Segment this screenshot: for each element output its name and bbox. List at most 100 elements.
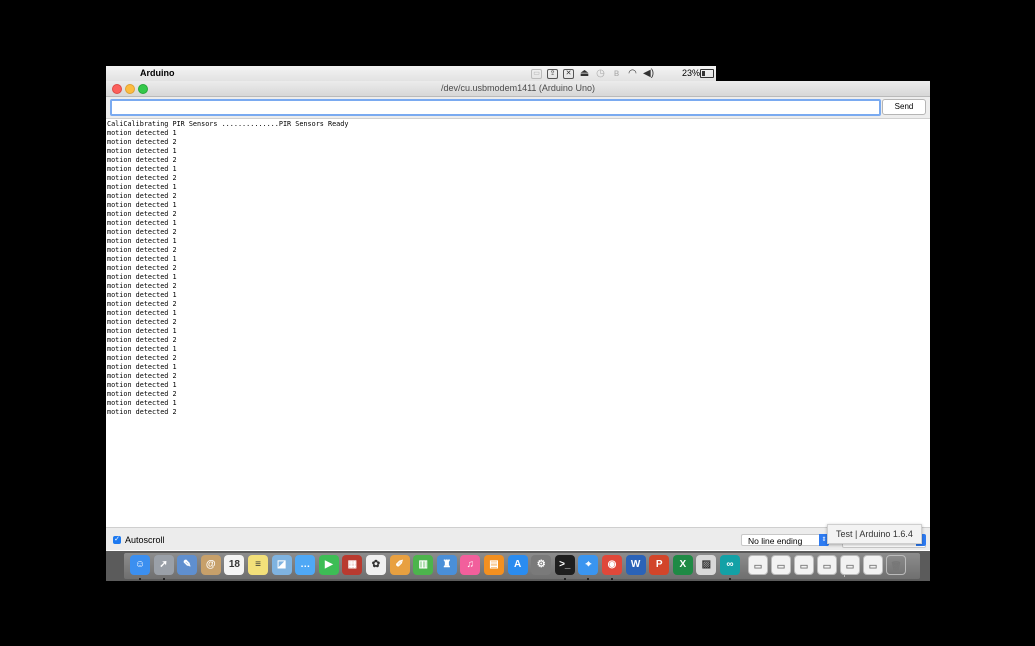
- app-store-icon[interactable]: A: [507, 555, 528, 575]
- serial-output-line: motion detected 1: [107, 201, 177, 209]
- serial-output-line: motion detected 2: [107, 174, 177, 182]
- safari-icon[interactable]: ⌖: [578, 555, 599, 575]
- chrome-icon[interactable]: ◉: [602, 555, 622, 575]
- upload-icon[interactable]: ⇪: [547, 68, 558, 79]
- keynote-icon[interactable]: ♜: [436, 555, 457, 575]
- menu-bar: Arduino ▭ ⇪ ✕ ⏏ ◷ ʙ ◠ ◀) 23%: [106, 66, 716, 82]
- powerpoint-icon[interactable]: P: [649, 555, 670, 575]
- window-title: /dev/cu.usbmodem1411 (Arduino Uno): [441, 83, 595, 93]
- serial-output-line: motion detected 1: [107, 363, 177, 371]
- zoom-window-button[interactable]: [138, 84, 148, 94]
- serial-output-area[interactable]: CaliCalibrating PIR Sensors ............…: [106, 119, 930, 526]
- serial-output-line: motion detected 1: [107, 147, 177, 155]
- preview-icon[interactable]: ◪: [271, 555, 292, 575]
- serial-output-line: motion detected 1: [107, 165, 177, 173]
- serial-output-line: motion detected 2: [107, 138, 177, 146]
- serial-output-line: motion detected 2: [107, 318, 177, 326]
- document-stack-icon-5[interactable]: ▭: [863, 555, 883, 575]
- serial-output-line: motion detected 2: [107, 408, 177, 416]
- preview-document-icon[interactable]: ▨: [696, 555, 717, 575]
- finder-icon[interactable]: ☺: [130, 555, 150, 575]
- serial-output-line: motion detected 2: [107, 156, 177, 164]
- serial-output-line: motion detected 2: [107, 390, 177, 398]
- downloads-stack-icon[interactable]: ▭: [748, 555, 768, 575]
- arduino-icon[interactable]: ∞: [720, 555, 740, 575]
- bluetooth-icon[interactable]: ʙ: [611, 68, 622, 79]
- numbers-icon[interactable]: ▥: [413, 555, 434, 575]
- volume-icon[interactable]: ◀): [643, 68, 654, 79]
- serial-output-line: motion detected 2: [107, 264, 177, 272]
- serial-output-line: motion detected 1: [107, 291, 177, 299]
- trash-icon[interactable]: 🗑: [886, 555, 906, 575]
- serial-output-line: CaliCalibrating PIR Sensors ............…: [107, 120, 349, 128]
- serial-output-line: motion detected 1: [107, 327, 177, 335]
- serial-output-line: motion detected 2: [107, 228, 177, 236]
- serial-output-line: motion detected 2: [107, 246, 177, 254]
- serial-output-line: motion detected 2: [107, 354, 177, 362]
- document-stack-icon-4[interactable]: ▭: [840, 555, 860, 575]
- serial-output-line: motion detected 1: [107, 273, 177, 281]
- notes-icon[interactable]: ≡: [248, 555, 268, 575]
- serial-send-input[interactable]: [110, 99, 881, 116]
- line-ending-value: No line ending: [748, 536, 803, 546]
- serial-output-line: motion detected 2: [107, 300, 177, 308]
- serial-output-line: motion detected 1: [107, 183, 177, 191]
- excel-icon[interactable]: X: [672, 555, 693, 575]
- serial-output-line: motion detected 2: [107, 282, 177, 290]
- status-bar: ✓ Autoscroll No line ending ⇕: [106, 527, 930, 550]
- serial-output-line: motion detected 1: [107, 237, 177, 245]
- airplay-icon[interactable]: ⏏: [579, 68, 590, 79]
- document-stack-icon-1[interactable]: ▭: [771, 555, 791, 575]
- close-window-button[interactable]: [112, 84, 122, 94]
- dock: ☺ ➚ ✎ @18 ≡ ◪… ▶ ▦ ✿ ✐ ▥ ♜ ♫ ▤ A ⚙ >_ ⌖ ◉ W P X ▨ ∞ ▭ ▭ ▭ ▭ ▭ ▭ 🗑: [106, 551, 930, 581]
- serial-output-line: motion detected 1: [107, 255, 177, 263]
- photos-icon[interactable]: ✿: [366, 555, 386, 575]
- wifi-icon[interactable]: ◠: [627, 68, 638, 79]
- pages-icon[interactable]: ✐: [389, 555, 410, 575]
- serial-output-line: motion detected 2: [107, 372, 177, 380]
- photo-app-icon[interactable]: ✎: [177, 555, 198, 575]
- serial-output-line: motion detected 2: [107, 210, 177, 218]
- facetime-icon[interactable]: ▶: [318, 555, 339, 575]
- line-ending-select[interactable]: No line ending ⇕: [741, 534, 829, 546]
- running-indicator: [729, 578, 731, 580]
- serial-output-line: motion detected 1: [107, 381, 177, 389]
- serial-output-line: motion detected 1: [107, 345, 177, 353]
- minimize-window-button[interactable]: [125, 84, 135, 94]
- serial-output-line: motion detected 1: [107, 309, 177, 317]
- launchpad-icon[interactable]: ➚: [153, 555, 174, 575]
- app-menu-name[interactable]: Arduino: [140, 68, 175, 78]
- calendar-icon[interactable]: 18: [224, 555, 245, 575]
- autoscroll-checkbox[interactable]: ✓: [113, 536, 121, 544]
- itunes-icon[interactable]: ♫: [460, 555, 481, 575]
- running-indicator: [563, 578, 566, 580]
- time-machine-icon[interactable]: ◷: [595, 68, 606, 79]
- terminal-icon[interactable]: >_: [554, 555, 575, 575]
- window-title-bar[interactable]: /dev/cu.usbmodem1411 (Arduino Uno): [106, 81, 930, 97]
- photo-booth-icon[interactable]: ▦: [342, 555, 363, 575]
- send-toolbar: Send: [106, 97, 930, 119]
- ibooks-icon[interactable]: ▤: [484, 555, 504, 575]
- serial-monitor-window: /dev/cu.usbmodem1411 (Arduino Uno) Send …: [106, 81, 930, 551]
- serial-output-line: motion detected 2: [107, 192, 177, 200]
- word-icon[interactable]: W: [625, 555, 646, 575]
- window-tooltip: Test | Arduino 1.6.4: [827, 524, 922, 544]
- running-indicator: [162, 578, 165, 580]
- running-indicator: [611, 578, 613, 580]
- battery-percentage[interactable]: 23%: [682, 68, 700, 78]
- contacts-icon[interactable]: @: [200, 555, 221, 575]
- display-icon[interactable]: ▭: [531, 68, 542, 79]
- serial-output-line: motion detected 1: [107, 399, 177, 407]
- send-button[interactable]: Send: [882, 99, 926, 115]
- running-indicator: [139, 578, 141, 580]
- autoscroll-label: Autoscroll: [125, 535, 165, 545]
- serial-output-line: motion detected 2: [107, 336, 177, 344]
- menu-status-icons: ▭ ⇪ ✕ ⏏ ◷ ʙ ◠ ◀): [531, 67, 654, 80]
- document-stack-icon-2[interactable]: ▭: [794, 555, 814, 575]
- battery-icon[interactable]: [700, 69, 714, 78]
- system-preferences-icon[interactable]: ⚙: [531, 555, 552, 575]
- close-box-icon[interactable]: ✕: [563, 68, 574, 79]
- serial-output-line: motion detected 1: [107, 129, 177, 137]
- messages-icon[interactable]: …: [295, 555, 316, 575]
- document-stack-icon-3[interactable]: ▭: [817, 555, 837, 575]
